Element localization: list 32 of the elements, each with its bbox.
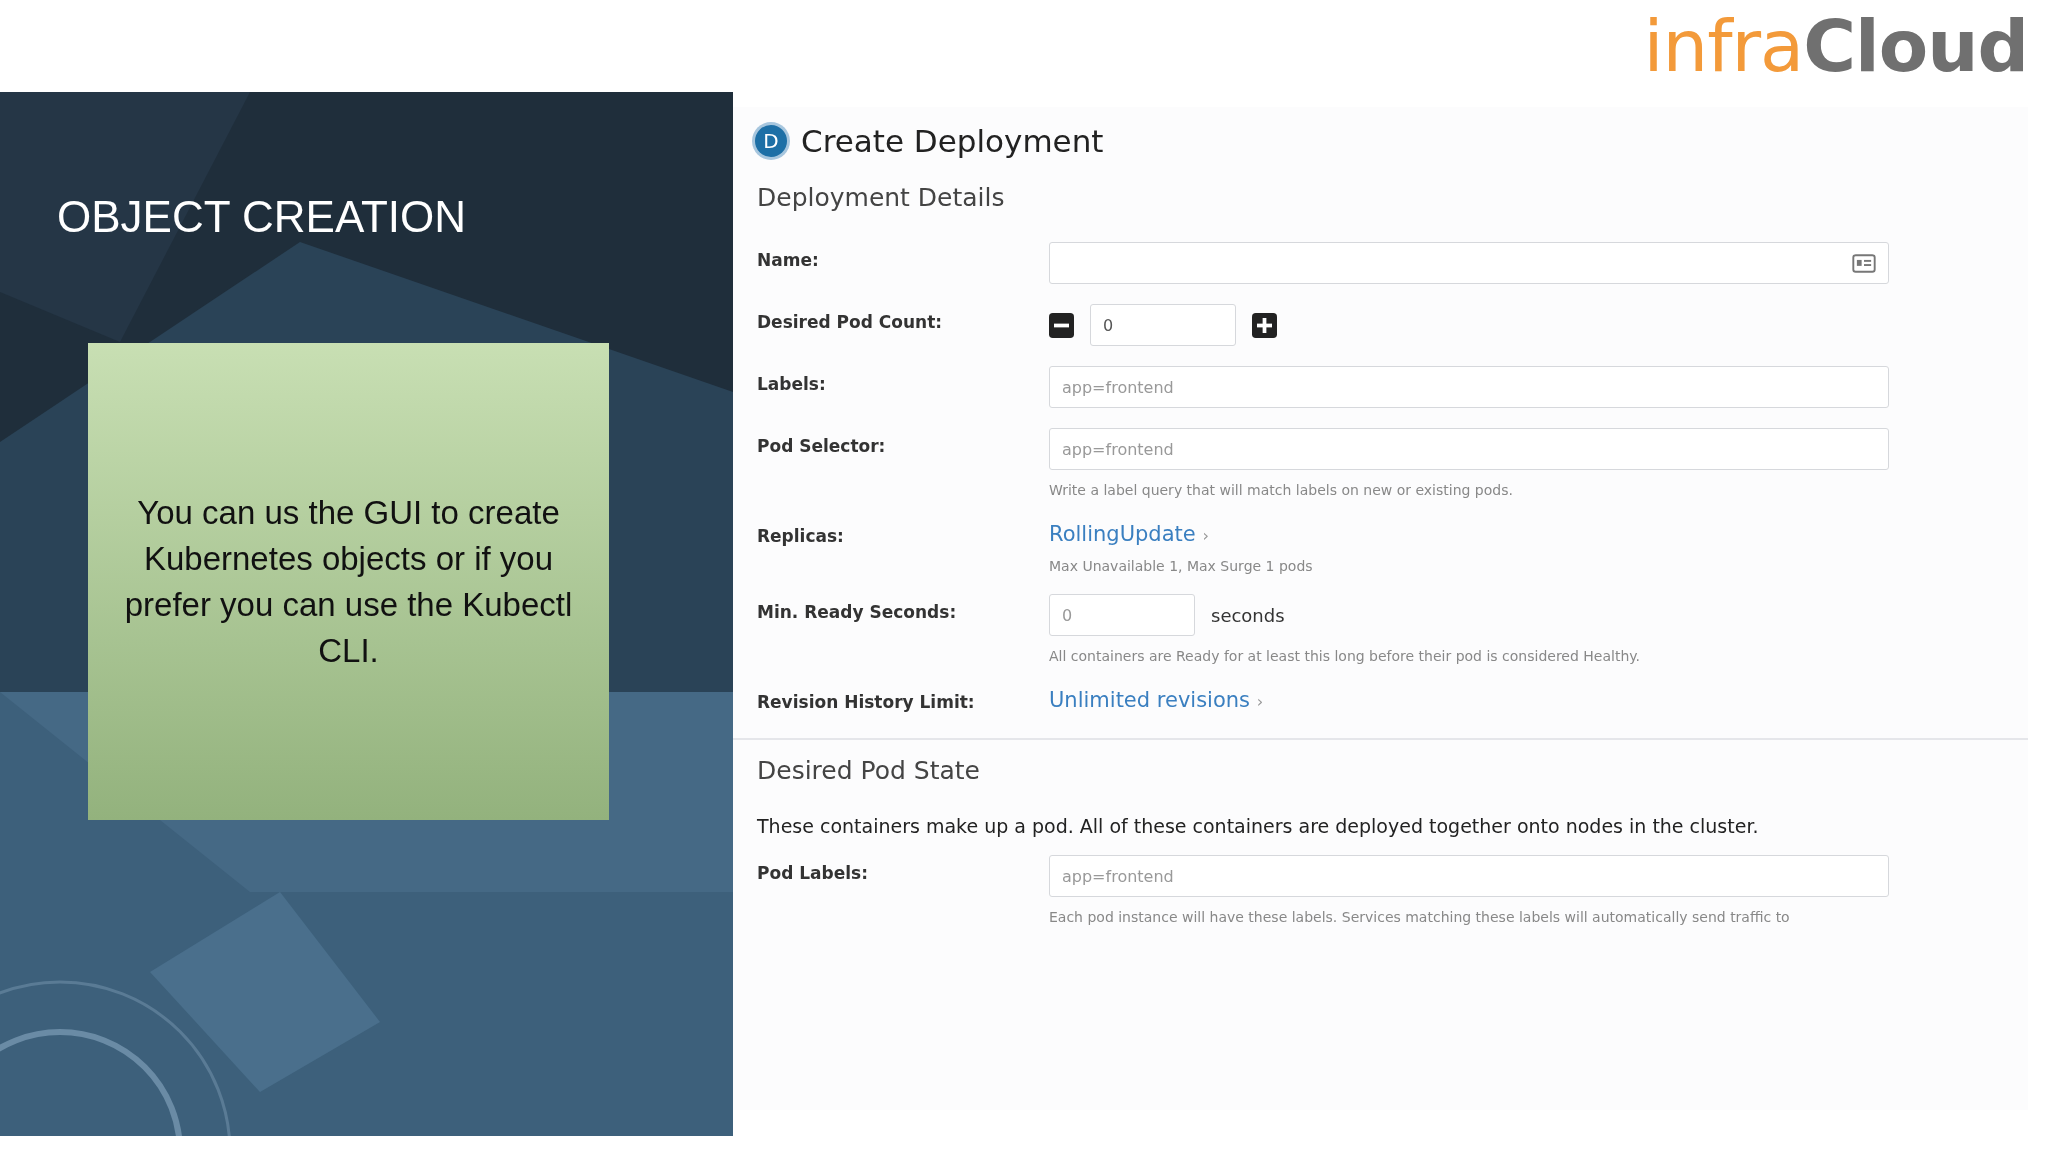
deployment-badge: D <box>755 125 787 157</box>
logo: infraCloud <box>1643 4 2028 88</box>
help-text: Max Unavailable 1, Max Surge 1 pods <box>1049 558 1313 574</box>
seconds-field[interactable]: 0 <box>1049 594 1195 636</box>
input-field[interactable]: app=frontend <box>1049 366 1889 408</box>
field-label: Replicas: <box>757 525 845 548</box>
help-text: Write a label query that will match labels on new or existing pods. <box>1049 482 1514 498</box>
name-field[interactable] <box>1049 242 1889 284</box>
help-text: All containers are Ready for at least this long before their pod is considered Healthy. <box>1049 648 1640 664</box>
field-label: Pod Labels: <box>757 862 869 885</box>
minus-icon[interactable] <box>1049 312 1074 338</box>
field-label: Min. Ready Seconds: <box>757 601 958 624</box>
field-label: Name: <box>757 249 820 272</box>
input-field[interactable]: app=frontend <box>1049 428 1889 470</box>
id-card-icon <box>1852 253 1876 273</box>
field-label: Pod Selector: <box>757 435 887 458</box>
field-label: Desired Pod Count: <box>757 311 944 334</box>
section-description: These containers make up a pod. All of these containers are deployed together onto nodes in the cluster. <box>757 815 1760 837</box>
field-label: Revision History Limit: <box>757 691 976 712</box>
option-link[interactable]: RollingUpdate › <box>1049 518 1313 546</box>
input-field[interactable]: app=frontend <box>1049 855 1889 897</box>
slide-title: OBJECT CREATION <box>57 192 468 242</box>
option-link[interactable]: Unlimited revisions › <box>1049 684 1264 712</box>
pod-count-field[interactable]: 0 <box>1090 304 1236 346</box>
section-heading: Desired Pod State <box>757 756 981 785</box>
help-text: Each pod instance will have these labels. Services matching these labels will automatically send traffic to <box>1049 909 1791 925</box>
note-text: You can us the GUI to create Kubernetes objects or if you prefer you can use the Kubectl CLI. <box>123 492 574 671</box>
unit-text: seconds <box>1211 604 1285 626</box>
plus-icon[interactable] <box>1252 312 1277 338</box>
field-label: Labels: <box>757 373 827 396</box>
section-heading: Deployment Details <box>757 183 1006 212</box>
dialog-title: Create Deployment <box>801 123 1104 159</box>
